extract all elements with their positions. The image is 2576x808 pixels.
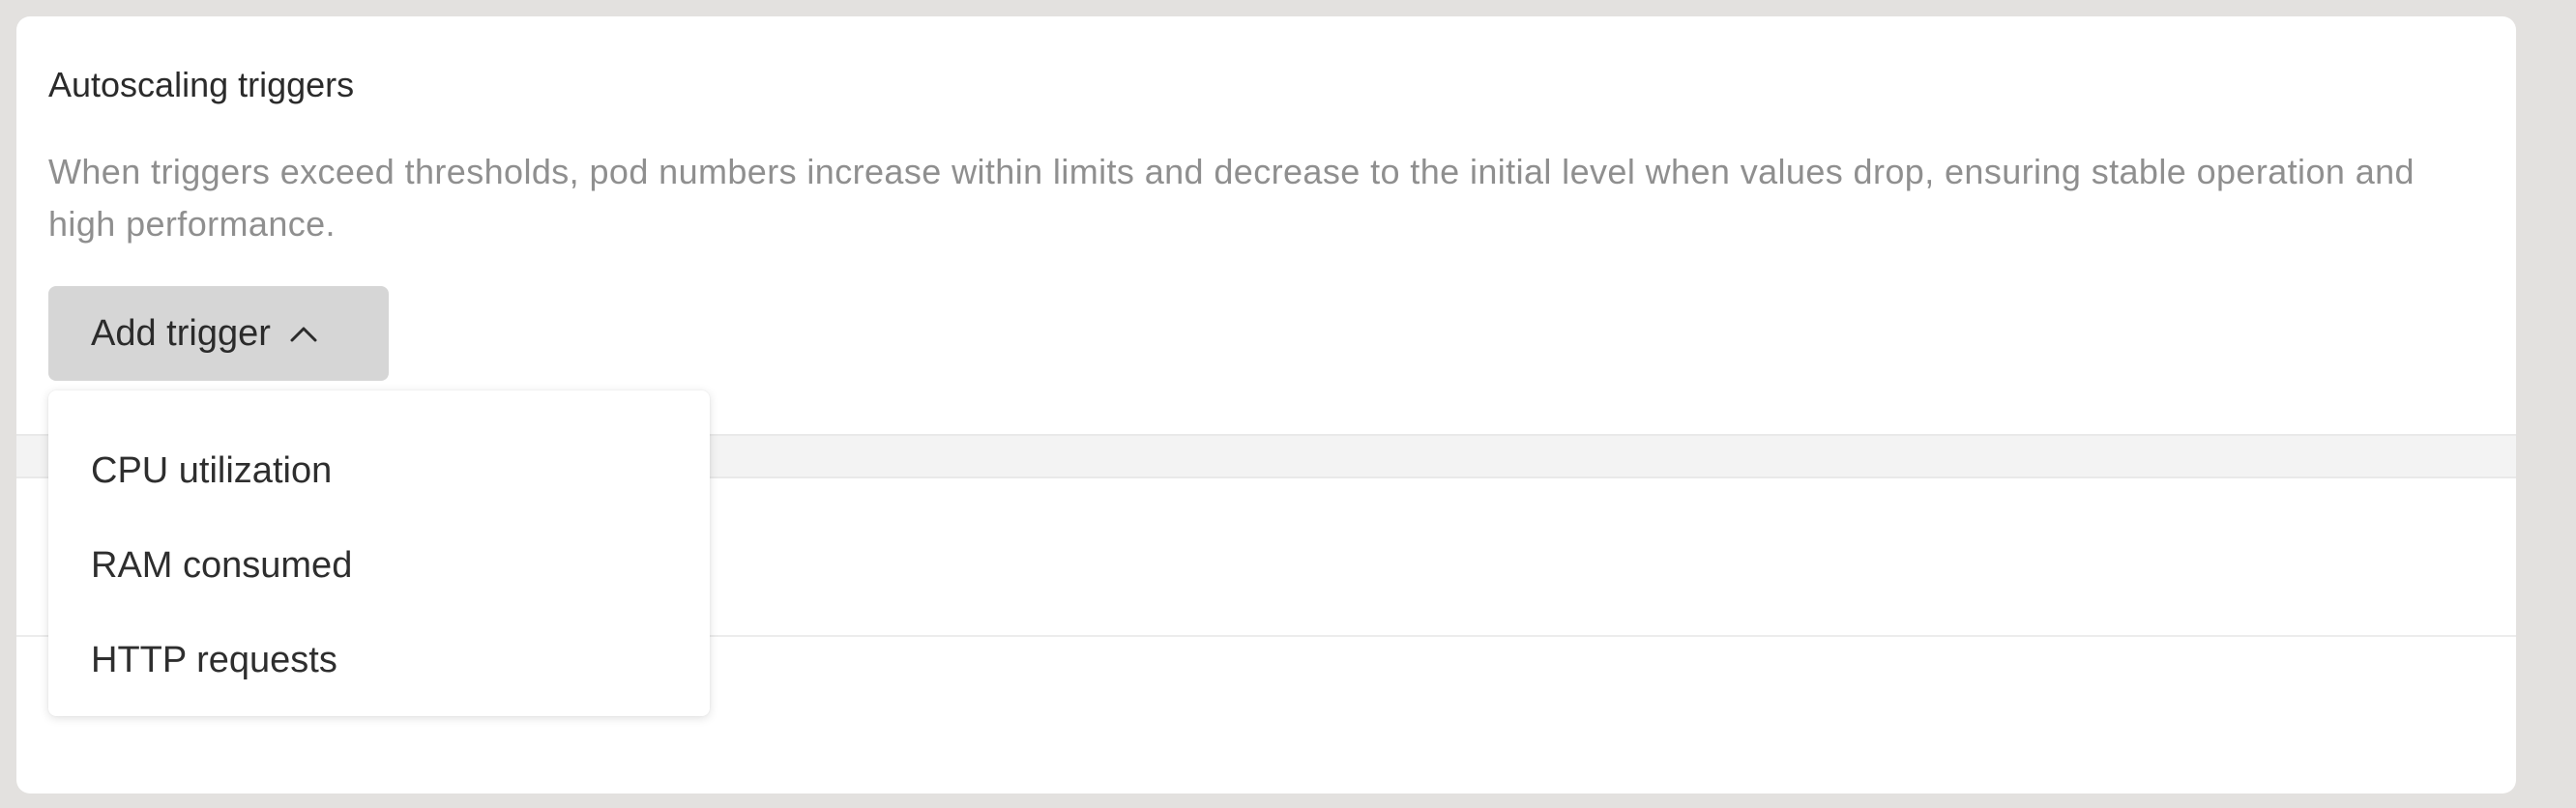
- autoscaling-panel: Autoscaling triggers When triggers excee…: [16, 16, 2516, 794]
- add-trigger-label: Add trigger: [91, 312, 271, 354]
- trigger-dropdown-menu: CPU utilization RAM consumed HTTP reques…: [48, 390, 710, 716]
- menu-item-cpu-utilization[interactable]: CPU utilization: [91, 450, 332, 492]
- add-trigger-button[interactable]: Add trigger: [48, 286, 389, 381]
- menu-item-http-requests[interactable]: HTTP requests: [91, 640, 337, 681]
- chevron-up-icon: [288, 322, 319, 345]
- section-description: When triggers exceed thresholds, pod num…: [48, 152, 2415, 244]
- menu-item-ram-consumed[interactable]: RAM consumed: [91, 545, 352, 587]
- section-title: Autoscaling triggers: [48, 65, 355, 104]
